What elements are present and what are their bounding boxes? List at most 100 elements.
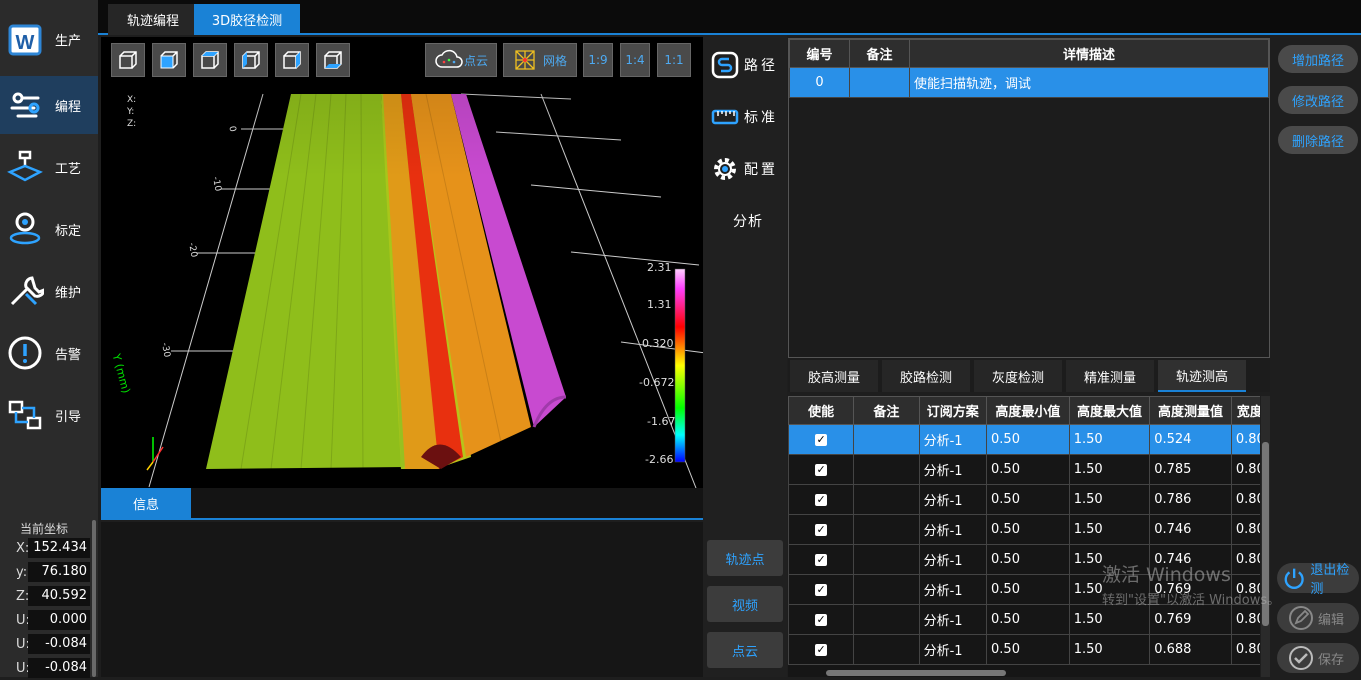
width-min-cell: 0.80 xyxy=(1230,574,1260,605)
column-header-plan: 订阅方案 xyxy=(918,396,988,425)
tab-glue-height[interactable]: 胶高测量 xyxy=(790,360,878,392)
table-horizontal-scrollbar[interactable] xyxy=(826,670,1006,676)
nav-item-programming[interactable]: 编程 xyxy=(0,76,98,134)
enable-checkbox[interactable]: ✓ xyxy=(815,524,828,536)
tab-precision[interactable]: 精准测量 xyxy=(1066,360,1154,392)
enable-checkbox[interactable]: ✓ xyxy=(815,464,828,476)
column-header-id: 编号 xyxy=(789,39,850,68)
nav-item-alarm[interactable]: 告警 xyxy=(0,324,98,382)
save-button[interactable]: 保存 xyxy=(1277,643,1359,673)
menu-item-path[interactable]: 路径 xyxy=(703,43,787,87)
scrollbar-thumb[interactable] xyxy=(1262,442,1269,626)
nav-label-production: 生产 xyxy=(55,33,82,49)
table-row[interactable]: ✓ 分析-10.501.500.7460.80 xyxy=(788,544,1260,575)
enable-checkbox[interactable]: ✓ xyxy=(815,614,828,626)
nav-item-calibration[interactable]: 标定 xyxy=(0,200,98,258)
point-cloud-button[interactable]: 点云 xyxy=(425,43,497,77)
table-row[interactable]: ✓ 分析-10.501.500.7690.80 xyxy=(788,574,1260,605)
coordinate-value: 0.000 xyxy=(28,610,90,630)
delete-path-button[interactable]: 删除路径 xyxy=(1278,126,1358,154)
coordinate-row: U: 0.000 xyxy=(0,610,92,632)
nav-item-process[interactable]: 工艺 xyxy=(0,138,98,196)
enable-checkbox[interactable]: ✓ xyxy=(815,584,828,596)
view-iso-button[interactable] xyxy=(111,43,145,77)
nav-scrollbar[interactable] xyxy=(92,520,96,677)
save-label: 保存 xyxy=(1318,652,1345,668)
coordinate-value: 40.592 xyxy=(28,586,90,606)
table-row[interactable]: 0 使能扫描轨迹，调试 xyxy=(789,67,1269,98)
table-row[interactable]: ✓ 分析-10.501.500.7850.80 xyxy=(788,454,1260,485)
nav-label-process: 工艺 xyxy=(55,161,82,177)
y-readout-label: Y: xyxy=(127,107,135,117)
point-cloud-view-button[interactable]: 点云 xyxy=(707,632,783,668)
note-cell xyxy=(853,514,920,545)
enable-checkbox[interactable]: ✓ xyxy=(815,554,828,566)
coordinate-value: 76.180 xyxy=(28,562,90,582)
view-top-button[interactable] xyxy=(193,43,227,77)
tab-grayscale[interactable]: 灰度检测 xyxy=(974,360,1062,392)
height-min-cell: 0.50 xyxy=(986,604,1070,635)
check-icon xyxy=(1289,646,1313,670)
height-min-cell: 0.50 xyxy=(986,514,1070,545)
tab-info[interactable]: 信息 xyxy=(101,488,191,518)
height-max-cell: 1.50 xyxy=(1068,604,1151,635)
menu-label-analysis: 分析 xyxy=(733,214,763,230)
exit-inspection-button[interactable]: 退出检测 xyxy=(1277,563,1359,597)
view-bottom-button[interactable] xyxy=(316,43,350,77)
plan-cell: 分析-1 xyxy=(918,544,988,575)
power-icon xyxy=(1284,568,1304,589)
coordinate-value: -0.084 xyxy=(28,658,90,678)
edit-path-button[interactable]: 修改路径 xyxy=(1278,86,1358,114)
zoom-1-4-button[interactable]: 1:4 xyxy=(620,43,650,77)
tab-glue-path[interactable]: 胶路检测 xyxy=(882,360,970,392)
zoom-1-1-button[interactable]: 1:1 xyxy=(657,43,691,77)
table-row[interactable]: ✓ 分析-10.501.500.5240.80 xyxy=(788,424,1260,455)
plan-cell: 分析-1 xyxy=(918,574,988,605)
menu-item-standard[interactable]: 标准 xyxy=(703,95,787,139)
mesh-button[interactable]: 网格 xyxy=(503,43,577,77)
height-max-cell: 1.50 xyxy=(1068,454,1151,485)
enable-checkbox[interactable]: ✓ xyxy=(815,434,828,446)
menu-item-config[interactable]: 配置 xyxy=(703,147,787,191)
menu-item-analysis[interactable]: 分析 xyxy=(703,199,787,243)
nav-item-production[interactable]: W 生产 xyxy=(0,10,98,68)
view-left-button[interactable] xyxy=(234,43,268,77)
video-button[interactable]: 视频 xyxy=(707,586,783,622)
enable-checkbox[interactable]: ✓ xyxy=(815,644,828,656)
mesh-label: 网格 xyxy=(542,53,567,68)
tab-3d-glue-inspection[interactable]: 3D胶径检测 xyxy=(194,4,300,35)
coordinate-row: X: 152.434 xyxy=(0,538,92,560)
enable-checkbox[interactable]: ✓ xyxy=(815,494,828,506)
3d-viewer[interactable]: 点云 网格 1:9 1:4 1:1 X: Y: Z: 0 -10 -20 -30… xyxy=(101,37,703,488)
path-id-cell: 0 xyxy=(789,67,850,98)
edit-icon xyxy=(1289,606,1313,630)
tab-trajectory-height[interactable]: 轨迹测高 xyxy=(1158,360,1246,392)
table-row[interactable]: ✓ 分析-10.501.500.7460.80 xyxy=(788,514,1260,545)
nav-item-guide[interactable]: 引导 xyxy=(0,386,98,444)
add-path-button[interactable]: 增加路径 xyxy=(1278,45,1358,73)
width-min-cell: 0.80 xyxy=(1230,634,1260,665)
column-header-note: 备注 xyxy=(849,39,910,68)
column-header-width-min: 宽度最小值 xyxy=(1230,396,1260,425)
table-row[interactable]: ✓ 分析-10.501.500.7690.80 xyxy=(788,604,1260,635)
height-value-cell: 0.786 xyxy=(1149,484,1232,515)
edit-label: 编辑 xyxy=(1318,612,1345,628)
height-min-cell: 0.50 xyxy=(986,544,1070,575)
plan-cell: 分析-1 xyxy=(918,634,988,665)
menu-label-path: 路径 xyxy=(744,58,778,74)
table-row[interactable]: ✓ 分析-10.501.500.7860.80 xyxy=(788,484,1260,515)
logo-w-icon: W xyxy=(8,24,42,56)
trajectory-points-button[interactable]: 轨迹点 xyxy=(707,540,783,576)
nav-item-maintenance[interactable]: 维护 xyxy=(0,262,98,320)
edit-button[interactable]: 编辑 xyxy=(1277,603,1359,633)
cube-view-right-icon xyxy=(283,51,301,69)
zoom-1-9-button[interactable]: 1:9 xyxy=(583,43,613,77)
view-front-button[interactable] xyxy=(152,43,186,77)
view-right-button[interactable] xyxy=(275,43,309,77)
height-min-cell: 0.50 xyxy=(986,634,1070,665)
cube-view-top-icon xyxy=(201,51,219,69)
colorbar-tick: -1.67 xyxy=(647,415,676,428)
table-row[interactable]: ✓ 分析-10.501.500.6880.80 xyxy=(788,634,1260,665)
table-scrollbar[interactable] xyxy=(1261,396,1270,677)
tab-trajectory-programming[interactable]: 轨迹编程 xyxy=(108,4,198,35)
